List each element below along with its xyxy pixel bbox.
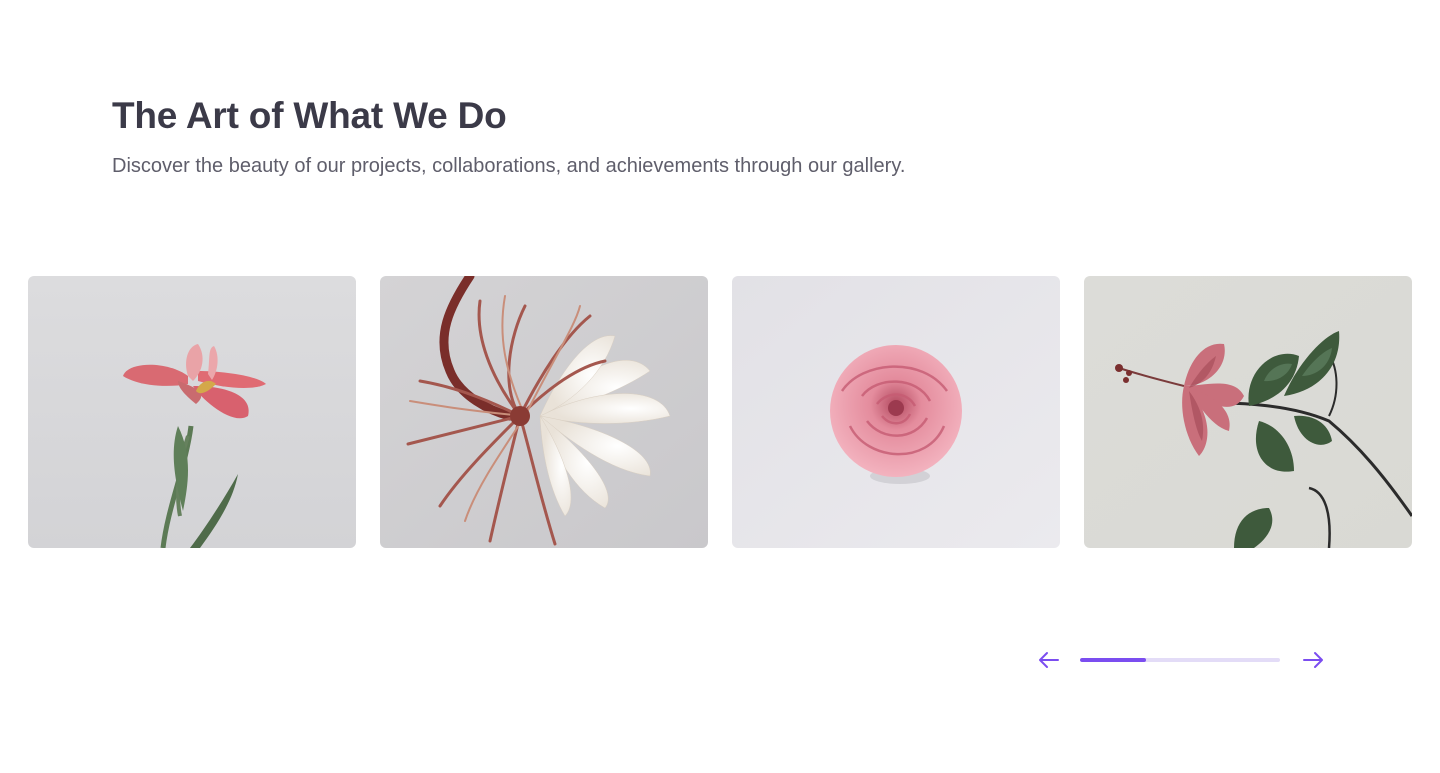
arrow-right-icon (1303, 652, 1323, 668)
carousel-progress-fill (1080, 658, 1146, 662)
gallery-section: The Art of What We Do Discover the beaut… (0, 0, 1440, 773)
gallery-card-hibiscus[interactable] (1084, 276, 1412, 548)
prev-button[interactable] (1036, 648, 1062, 672)
section-header: The Art of What We Do Discover the beaut… (112, 92, 1112, 180)
gallery-carousel (28, 276, 1412, 548)
rose-image (732, 276, 1060, 548)
arrow-left-icon (1039, 652, 1059, 668)
gallery-card-cactus-flower[interactable] (380, 276, 708, 548)
section-subtitle: Discover the beauty of our projects, col… (112, 155, 906, 177)
gallery-card-iris[interactable] (28, 276, 356, 548)
iris-flower-image (28, 276, 356, 548)
cactus-flower-image (380, 276, 708, 548)
gallery-card-rose[interactable] (732, 276, 1060, 548)
next-button[interactable] (1300, 648, 1326, 672)
hibiscus-branch-image (1084, 276, 1412, 548)
carousel-progress-track[interactable] (1080, 658, 1280, 662)
carousel-controls (1036, 648, 1326, 672)
section-title: The Art of What We Do (112, 95, 507, 136)
